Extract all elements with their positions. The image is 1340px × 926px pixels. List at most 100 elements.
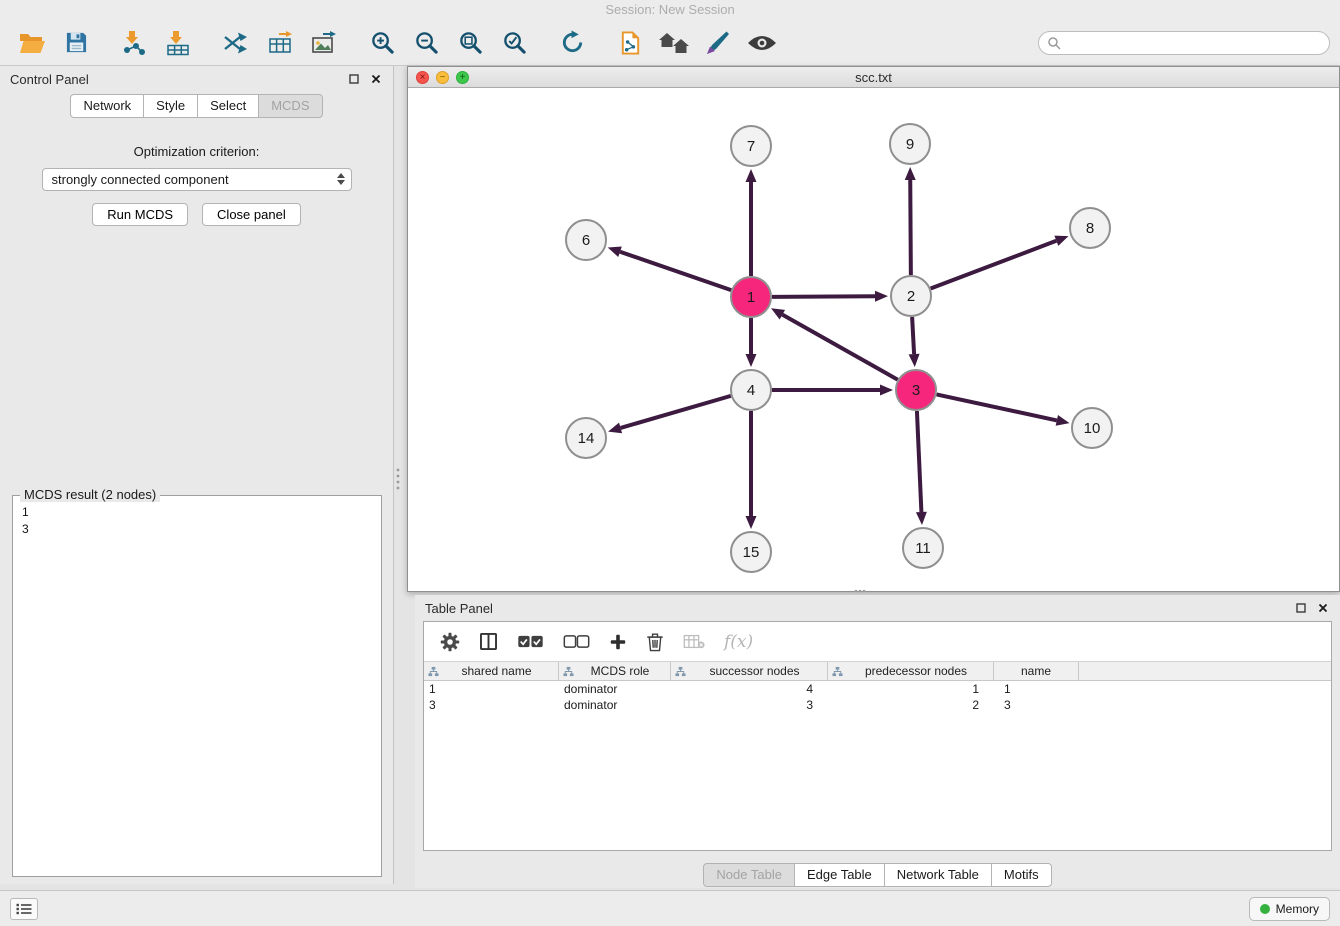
tab-network-table[interactable]: Network Table <box>884 863 992 887</box>
zoom-out-button[interactable] <box>404 25 448 61</box>
tab-edge-table[interactable]: Edge Table <box>794 863 885 887</box>
memory-button[interactable]: Memory <box>1249 897 1330 921</box>
float-panel-icon[interactable] <box>1294 601 1308 615</box>
graph-edge-arrow-1-2 <box>875 291 888 302</box>
close-panel-icon[interactable] <box>1316 601 1330 615</box>
cell-predecessor-nodes[interactable]: 2 <box>828 698 994 712</box>
open-file-button[interactable] <box>10 25 54 61</box>
search-input[interactable] <box>1061 36 1321 50</box>
graph-node-11[interactable]: 11 <box>903 528 943 568</box>
import-network-icon <box>121 30 147 56</box>
splitter-handle[interactable] <box>394 462 402 498</box>
import-table-button[interactable] <box>156 25 200 61</box>
graph-node-8[interactable]: 8 <box>1070 208 1110 248</box>
graph-node-label: 14 <box>578 430 595 447</box>
close-panel-button[interactable]: Close panel <box>202 203 301 226</box>
graph-node-9[interactable]: 9 <box>890 124 930 164</box>
graph-edge-1-6[interactable] <box>620 252 731 290</box>
columns-icon[interactable] <box>479 632 498 651</box>
graph-edge-2-3[interactable] <box>912 317 914 354</box>
search-box[interactable] <box>1038 31 1330 55</box>
graph-node-1[interactable]: 1 <box>731 277 771 317</box>
mcds-result-list[interactable]: 1 3 <box>13 496 381 546</box>
column-header-mcds-role[interactable]: MCDS role <box>559 662 671 680</box>
show-panel-button[interactable] <box>10 898 38 920</box>
graph-node-2[interactable]: 2 <box>891 276 931 316</box>
criterion-dropdown-value: strongly connected component <box>52 172 229 187</box>
zoom-in-button[interactable] <box>360 25 404 61</box>
column-header-shared-name[interactable]: shared name <box>424 662 559 680</box>
network-analyzer-button[interactable] <box>652 25 696 61</box>
graph-edge-2-9[interactable] <box>910 180 911 275</box>
cell-name[interactable]: 1 <box>994 682 1079 696</box>
close-panel-icon[interactable] <box>369 72 383 86</box>
graph-node-label: 10 <box>1084 420 1101 437</box>
apply-layout-button[interactable] <box>550 25 594 61</box>
save-icon <box>65 31 88 54</box>
graph-node-15[interactable]: 15 <box>731 532 771 572</box>
deselect-all-rows-icon[interactable] <box>563 634 590 649</box>
graph-node-10[interactable]: 10 <box>1072 408 1112 448</box>
main-toolbar <box>0 20 1340 66</box>
column-header-predecessor-nodes[interactable]: predecessor nodes <box>828 662 994 680</box>
tab-select[interactable]: Select <box>197 94 259 118</box>
network-window-titlebar[interactable]: scc.txt <box>408 67 1339 88</box>
graph-edge-3-1[interactable] <box>782 315 897 380</box>
table-row[interactable]: 3 dominator 3 2 3 <box>424 697 1331 713</box>
tab-style[interactable]: Style <box>143 94 198 118</box>
zoom-fit-button[interactable] <box>448 25 492 61</box>
cell-mcds-role[interactable]: dominator <box>559 682 671 696</box>
import-network-button[interactable] <box>112 25 156 61</box>
delete-row-icon[interactable] <box>646 632 664 652</box>
cell-successor-nodes[interactable]: 4 <box>671 682 828 696</box>
graph-edge-4-14[interactable] <box>621 396 731 428</box>
export-document-button[interactable] <box>608 25 652 61</box>
cell-shared-name[interactable]: 3 <box>424 698 559 712</box>
graph-edge-3-10[interactable] <box>937 394 1057 420</box>
tab-motifs[interactable]: Motifs <box>991 863 1052 887</box>
clone-network-button[interactable] <box>214 25 258 61</box>
network-canvas[interactable]: 7 9 6 8 1 2 4 3 14 10 15 11 <box>408 88 1339 590</box>
cell-predecessor-nodes[interactable]: 1 <box>828 682 994 696</box>
criterion-dropdown[interactable]: strongly connected component <box>42 168 352 191</box>
graph-node-6[interactable]: 6 <box>566 220 606 260</box>
save-session-button[interactable] <box>54 25 98 61</box>
column-header-name[interactable]: name <box>994 662 1079 680</box>
column-header-successor-nodes[interactable]: successor nodes <box>671 662 828 680</box>
export-image-button[interactable] <box>302 25 346 61</box>
table-row[interactable]: 1 dominator 4 1 1 <box>424 681 1331 697</box>
style-button[interactable] <box>696 25 740 61</box>
zoom-out-icon <box>414 30 439 55</box>
tab-node-table[interactable]: Node Table <box>703 863 795 887</box>
zoom-in-icon <box>370 30 395 55</box>
run-mcds-button[interactable]: Run MCDS <box>92 203 188 226</box>
window-close-button[interactable] <box>416 71 429 84</box>
vertical-splitter[interactable] <box>395 66 407 884</box>
graph-edge-arrow-2-9 <box>905 167 916 180</box>
graph-edge-arrow-4-14 <box>608 423 622 434</box>
graph-node-3[interactable]: 3 <box>896 370 936 410</box>
cell-successor-nodes[interactable]: 3 <box>671 698 828 712</box>
window-zoom-button[interactable] <box>456 71 469 84</box>
select-all-rows-icon[interactable] <box>517 634 544 649</box>
tab-network[interactable]: Network <box>70 94 144 118</box>
graph-edge-1-2[interactable] <box>772 296 875 297</box>
graph-node-7[interactable]: 7 <box>731 126 771 166</box>
export-table-button[interactable] <box>258 25 302 61</box>
column-type-icon <box>675 666 686 677</box>
graph-edge-3-11[interactable] <box>917 411 921 512</box>
splitter-handle[interactable] <box>853 588 867 594</box>
gear-icon[interactable] <box>440 632 460 652</box>
cell-name[interactable]: 3 <box>994 698 1079 712</box>
float-panel-icon[interactable] <box>347 72 361 86</box>
tab-mcds[interactable]: MCDS <box>258 94 322 118</box>
graph-node-14[interactable]: 14 <box>566 418 606 458</box>
window-minimize-button[interactable] <box>436 71 449 84</box>
add-row-icon[interactable] <box>609 633 627 651</box>
graph-edge-2-8[interactable] <box>931 241 1057 289</box>
zoom-selected-button[interactable] <box>492 25 536 61</box>
cell-shared-name[interactable]: 1 <box>424 682 559 696</box>
show-hide-button[interactable] <box>740 25 784 61</box>
graph-node-4[interactable]: 4 <box>731 370 771 410</box>
cell-mcds-role[interactable]: dominator <box>559 698 671 712</box>
